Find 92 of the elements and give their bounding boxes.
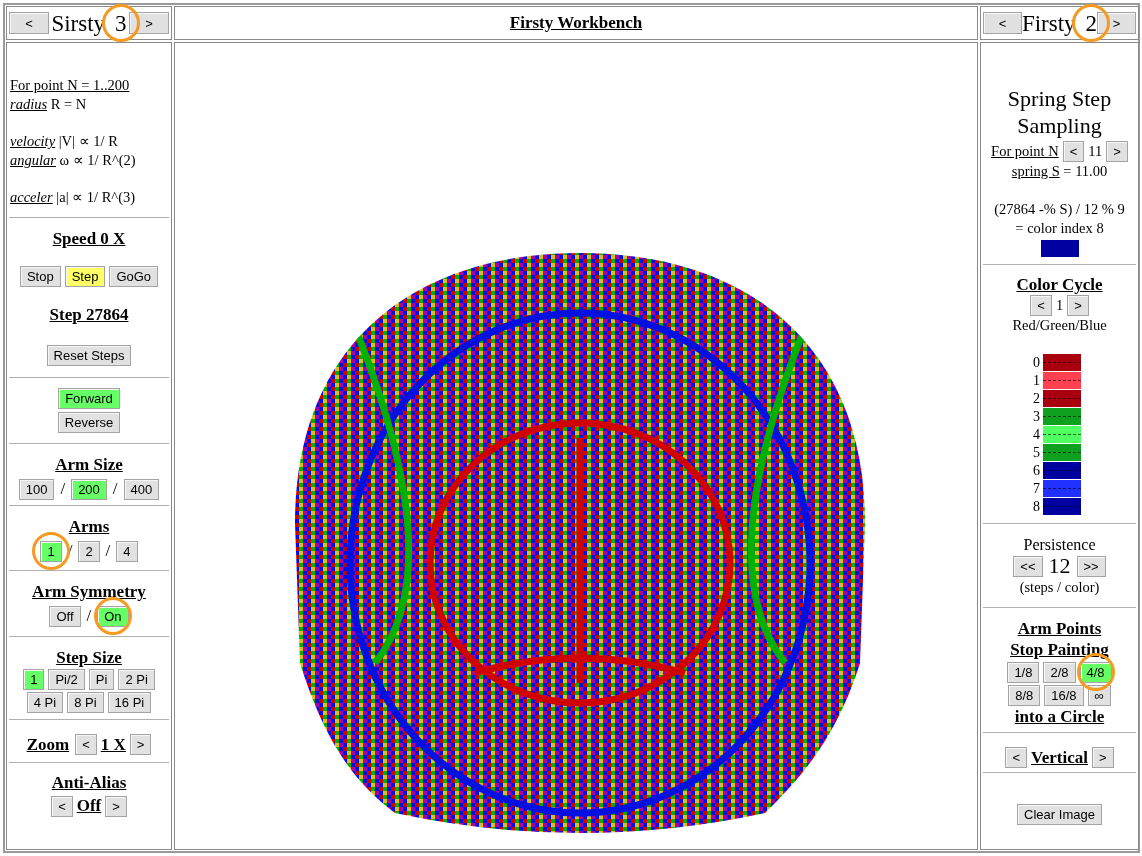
previous-button[interactable]: <<	[1013, 555, 1043, 577]
color-index: 4	[1032, 425, 1040, 444]
next-button[interactable]: >	[129, 12, 169, 34]
next-button[interactable]: >	[129, 734, 152, 756]
clear-image-button[interactable]: Clear Image	[1017, 804, 1102, 825]
speed-button[interactable]: Step	[64, 266, 106, 288]
option-button[interactable]: 16/8	[1044, 684, 1084, 706]
color-index: 0	[1032, 353, 1040, 372]
option-button[interactable]: 1	[23, 669, 45, 691]
color-index: 1	[1032, 371, 1040, 390]
separator-slash: /	[60, 478, 66, 501]
option-button[interactable]: 400	[123, 478, 160, 500]
color-index: 5	[1032, 443, 1040, 462]
section-heading: Zoom	[26, 734, 70, 756]
option-button[interactable]: Off	[49, 605, 81, 627]
previous-button[interactable]: <	[9, 12, 49, 34]
option-button[interactable]: 100	[18, 478, 55, 500]
option-button[interactable]: 4/8	[1079, 661, 1112, 683]
section-heading: Speed 0 X	[52, 228, 126, 250]
color-index: 2	[1032, 389, 1040, 408]
separator-slash: /	[112, 478, 118, 501]
section-heading: Step 27864	[49, 304, 129, 326]
spring-value: spring S = 11.00	[1011, 162, 1108, 181]
previous-button[interactable]: <	[1062, 141, 1085, 162]
color-index: 6	[1032, 461, 1040, 480]
header-number: 2	[1085, 11, 1098, 35]
option-button[interactable]: 8 Pi	[67, 692, 104, 714]
option-button[interactable]: 4 Pi	[26, 692, 64, 714]
option-button[interactable]: Pi	[88, 669, 115, 691]
formula-line: velocity |V| ∝ 1/ R	[10, 132, 119, 151]
next-button[interactable]: >	[1106, 141, 1128, 162]
section-heading: Color Cycle	[1016, 274, 1103, 296]
option-button[interactable]: 2/8	[1043, 661, 1076, 683]
color-index: 3	[1032, 407, 1040, 426]
option-button[interactable]: 200	[71, 478, 107, 500]
section-heading: Anti-Alias	[51, 772, 127, 794]
section-heading: into a Circle	[1014, 705, 1105, 727]
previous-button[interactable]: <	[983, 12, 1022, 34]
previous-button[interactable]: <	[1005, 747, 1027, 769]
direction-button[interactable]: Forward	[58, 388, 120, 409]
palette-caption: Red/Green/Blue	[1012, 316, 1107, 336]
option-button[interactable]: 2 Pi	[118, 669, 155, 691]
separator-slash: /	[105, 540, 111, 563]
stepper-value: Off	[76, 795, 102, 818]
previous-button[interactable]: <	[51, 795, 73, 817]
option-button[interactable]: 16 Pi	[107, 692, 152, 714]
speed-button[interactable]: GoGo	[109, 266, 159, 288]
option-button[interactable]: 2	[78, 540, 100, 562]
option-button[interactable]: 4	[116, 540, 138, 562]
option-button[interactable]: 8/8	[1008, 684, 1041, 706]
point-value: 11	[1088, 142, 1103, 161]
speed-button[interactable]: Stop	[19, 266, 61, 288]
formula-line: radius R = N	[10, 95, 88, 114]
next-button[interactable]: >>	[1076, 555, 1106, 577]
formula-result: = color index 8	[1015, 219, 1104, 238]
color-index: 7	[1032, 479, 1040, 498]
workbench-title: Firsty Workbench	[509, 12, 643, 35]
point-label: For point N	[991, 142, 1059, 161]
next-button[interactable]: >	[1097, 12, 1136, 34]
next-button[interactable]: >	[1067, 295, 1089, 317]
section-heading: Arm Points	[1017, 618, 1102, 640]
persistence-value: 12	[1048, 554, 1071, 578]
section-heading: Arm Size	[55, 454, 123, 476]
stepper-value: Vertical	[1031, 747, 1088, 769]
formula-text: (27864 -% S) / 12 % 9	[994, 200, 1125, 219]
section-heading: Arms	[68, 516, 110, 538]
option-button[interactable]: ∞	[1087, 684, 1111, 706]
option-button[interactable]: 1/8	[1007, 661, 1040, 683]
direction-button[interactable]: Reverse	[57, 412, 121, 433]
section-heading: Stop Painting	[1010, 639, 1109, 661]
formula-line: acceler |a| ∝ 1/ R^(3)	[10, 188, 136, 207]
option-button[interactable]: Pi/2	[48, 669, 85, 691]
previous-button[interactable]: <	[75, 734, 97, 756]
header-title: Sirsty	[51, 11, 106, 35]
section-label: Persistence	[1023, 535, 1096, 554]
section-heading: Step Size	[56, 647, 122, 669]
separator-slash: /	[86, 605, 92, 628]
option-button[interactable]: 1	[40, 540, 62, 562]
formula-line: angular ω ∝ 1/ R^(2)	[10, 151, 136, 170]
color-index: 8	[1032, 497, 1040, 516]
panel-title: Spring Step Sampling	[1006, 85, 1113, 139]
next-button[interactable]: >	[105, 795, 127, 817]
next-button[interactable]: >	[1092, 747, 1114, 769]
formula-line: For point N = 1..200	[10, 76, 130, 95]
reset-steps-button[interactable]: Reset Steps	[46, 344, 132, 366]
section-heading: Arm Symmetry	[32, 581, 146, 603]
cycle-value: 1	[1055, 296, 1064, 316]
option-button[interactable]: On	[97, 605, 129, 627]
stepper-value: 1 X	[100, 734, 126, 756]
persistence-caption: (steps / color)	[1019, 578, 1100, 597]
header-number: 3	[115, 11, 127, 35]
previous-button[interactable]: <	[1030, 295, 1052, 317]
